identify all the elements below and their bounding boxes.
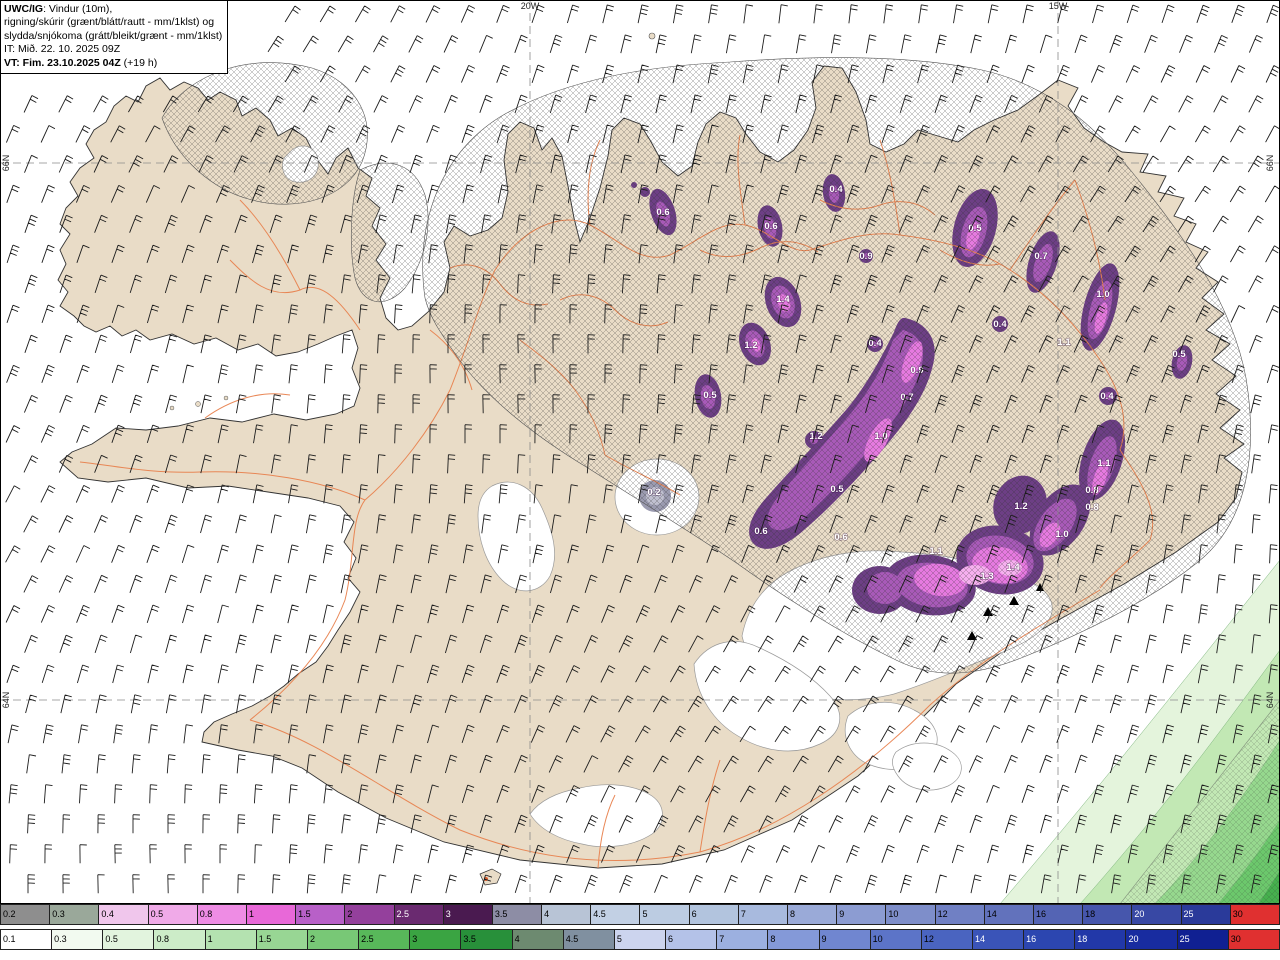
init-time: IT: Mið. 22. 10. 2025 09Z xyxy=(4,43,121,56)
colorbar-segment: 3 xyxy=(410,930,462,949)
colorbar-segment: 2.5 xyxy=(359,930,411,949)
colorbar-segment: 5 xyxy=(640,905,690,924)
colorbar-segment: 1.5 xyxy=(296,905,346,924)
colorbar-segment: 12 xyxy=(935,905,985,924)
colorbar-segment: 4.5 xyxy=(563,930,615,949)
precip-value-label: 0.5 xyxy=(1172,349,1186,360)
colorbar-segment: 18 xyxy=(1083,905,1133,924)
precip-value-label: 0.2 xyxy=(647,487,660,498)
precip-value-label: 1.0 xyxy=(1096,289,1109,300)
precip-value-label: 0.9 xyxy=(859,251,872,262)
colorbar-segment: 8 xyxy=(768,930,820,949)
colorbar-segment: 16 xyxy=(1033,905,1084,924)
island xyxy=(223,395,229,401)
colorbar-segment: 14 xyxy=(984,905,1034,924)
precip-value-label: 1.2 xyxy=(1014,501,1027,512)
colorbar-segment: 8 xyxy=(788,905,838,924)
title-box: UWC/IG: Vindur (10m), rigning/skúrir (gr… xyxy=(0,0,229,75)
colorbar-segment: 2.5 xyxy=(394,905,444,924)
valid-time: VT: Fim. 23.10.2025 04Z xyxy=(4,56,121,69)
colorbar-segment: 9 xyxy=(837,905,887,924)
colorbar-segment: 30 xyxy=(1230,905,1279,924)
title-line-rain: rigning/skúrir (grænt/blátt/rautt - mm/1… xyxy=(4,16,215,29)
weather-map: 20W 15W66N 66N64N 64N 0.60.60.40.90.50.71.0… xyxy=(0,0,1280,904)
colorbar-segment: 30 xyxy=(1228,930,1279,949)
colorbar-segment: 0.2 xyxy=(1,905,51,924)
colorbar-segment: 4.5 xyxy=(591,905,641,924)
precip-value-label: 1.2 xyxy=(744,340,757,351)
colorbar-segment: 0.5 xyxy=(148,905,198,924)
precip-value-label: 1.1 xyxy=(929,546,943,557)
precip-value-label: 0.7 xyxy=(1034,251,1047,262)
colorbar-segment: 25 xyxy=(1177,930,1229,949)
precip-value-label: 1.0 xyxy=(1055,529,1068,540)
precip-value-label: 0.6 xyxy=(656,207,669,218)
colorbar-segment: 5 xyxy=(614,930,667,949)
parallel-label-right: 66N xyxy=(1265,155,1275,172)
weather-map-page: 20W 15W 66N 66N 64N 64N 0.6 0.6 0.4 0.9 0.5 0.7 1.0… xyxy=(0,0,1280,960)
precip-value-label: 1.2 xyxy=(809,431,822,442)
colorbar-segment: 0.5 xyxy=(103,930,155,949)
precip-value-label: 0.6 xyxy=(764,221,777,232)
colorbar-segment: 20 xyxy=(1132,905,1182,924)
colorbar-segment: 4 xyxy=(542,905,592,924)
colorbar-segment: 0.1 xyxy=(1,930,53,949)
precip-value-label: 0.6 xyxy=(834,532,847,543)
model-name: UWC/IG xyxy=(4,3,44,15)
colorbar-segment: 16 xyxy=(1024,930,1076,949)
island xyxy=(195,401,201,407)
colorbar-segment: 4 xyxy=(512,930,564,949)
title-line-snow: slydda/snjókoma (grátt/bleikt/grænt - mm… xyxy=(4,29,223,42)
colorbar-segment: 7 xyxy=(717,930,769,949)
precip-value-label: 0.5 xyxy=(703,390,717,401)
title-line1-rest: : Vindur (10m), xyxy=(43,3,113,15)
colorbar-segment: 6 xyxy=(689,905,739,924)
valid-time-offset: (+19 h) xyxy=(120,56,158,69)
colorbar-segment: 1 xyxy=(246,905,297,924)
colorbar-segment: 2 xyxy=(345,905,395,924)
colorbar-segment: 0.4 xyxy=(99,905,149,924)
parallel-label-right: 64N xyxy=(1265,692,1275,709)
colorbar-segment: 18 xyxy=(1075,930,1127,949)
title-line-model: UWC/IG: Vindur (10m), xyxy=(4,3,222,16)
colorbar-segment: 1 xyxy=(205,930,257,949)
precip-value-label: 1.1 xyxy=(1097,458,1111,469)
precip-value-label: 0.8 xyxy=(1085,502,1098,513)
colorbar-segment: 10 xyxy=(886,905,936,924)
legend: 0.2 0.3 0.4 0.5 0.8 1 1.5 2 2.5 3 3.5 4 4.5 5 6 7 8 9 10 12… xyxy=(0,904,1280,954)
colorbar-segment: 10 xyxy=(870,930,922,949)
colorbar-segment: 3 xyxy=(443,905,493,924)
sleet-snow-colorbar: 0.2 0.3 0.4 0.5 0.8 1 1.5 2 2.5 3 3.5 4 4.5 5 6 7 8 9 10 12… xyxy=(0,904,1280,925)
island-grimsey xyxy=(648,32,656,40)
precip-value-label: 1.4 xyxy=(776,294,790,305)
rain-colorbar: 0.1 0.3 0.5 0.8 1 1.5 2 2.5 3 3.5 4 4.5 5 6 7 8 9 10 12 14 1… xyxy=(0,929,1280,950)
precip-value-label: 0.4 xyxy=(829,184,843,195)
precip-value-label: 1.3 xyxy=(980,571,993,582)
colorbar-segment: 3.5 xyxy=(461,930,513,949)
precip-value-label: 0.4 xyxy=(1100,391,1114,402)
colorbar-segment: 6 xyxy=(666,930,718,949)
colorbar-segment: 14 xyxy=(972,930,1025,949)
precip-value-label: 1.1 xyxy=(1057,337,1071,348)
island xyxy=(169,405,175,411)
precip-value-label: 1.4 xyxy=(1006,562,1020,573)
parallel-label-left: 66N xyxy=(1,155,11,172)
valid-time-line: VT: Fim. 23.10.2025 04Z (+19 h) xyxy=(4,57,222,70)
colorbar-segment: 9 xyxy=(819,930,871,949)
colorbar-segment: 20 xyxy=(1126,930,1178,949)
colorbar-segment: 7 xyxy=(738,905,788,924)
colorbar-segment: 25 xyxy=(1181,905,1231,924)
precip-value-label: 0.5 xyxy=(830,484,844,495)
colorbar-segment: 0.8 xyxy=(154,930,206,949)
colorbar-segment: 3.5 xyxy=(492,905,543,924)
parallel-label-left: 64N xyxy=(1,692,11,709)
colorbar-segment: 12 xyxy=(921,930,973,949)
colorbar-segment: 2 xyxy=(307,930,360,949)
precip-value-label: 0.4 xyxy=(993,319,1007,330)
colorbar-segment: 0.3 xyxy=(50,905,100,924)
colorbar-segment: 1.5 xyxy=(256,930,308,949)
colorbar-segment: 0.8 xyxy=(197,905,247,924)
colorbar-segment: 0.3 xyxy=(52,930,104,949)
